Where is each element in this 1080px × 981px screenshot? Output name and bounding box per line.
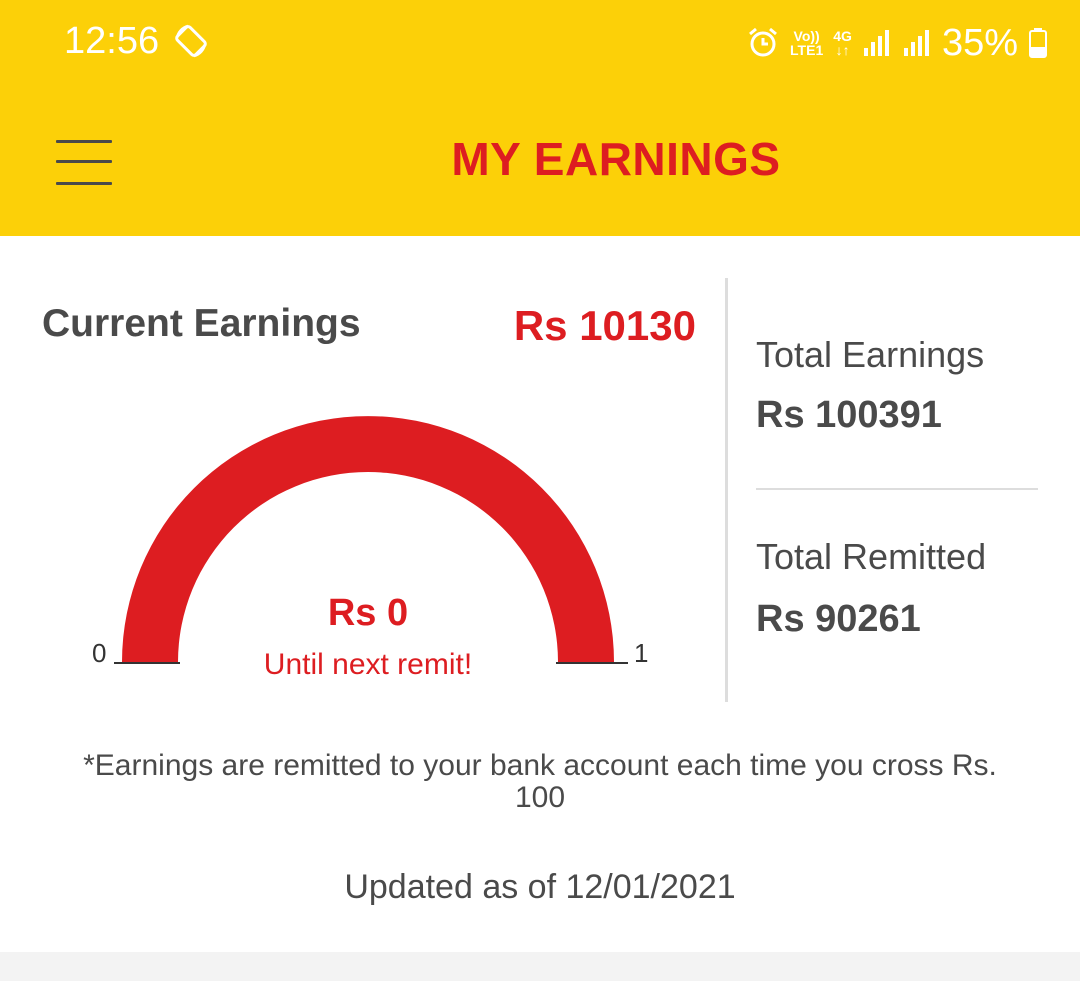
gauge-min-label: 0: [92, 638, 106, 668]
screen: 12:56 Vo)) LTE1 4G ↓↑ 35% MY EARNINGS Cu…: [0, 0, 1080, 981]
page-title: MY EARNINGS: [451, 133, 781, 185]
signal-icon: [903, 30, 929, 56]
remit-note: *Earnings are remitted to your bank acco…: [83, 749, 997, 814]
screen-rotate-icon: [175, 24, 207, 58]
total-remitted-label: Total Remitted: [756, 536, 987, 577]
updated-date: Updated as of 12/01/2021: [344, 868, 736, 906]
gauge-amount: Rs 0: [327, 592, 409, 634]
network-indicator: 4G ↓↑: [833, 28, 852, 58]
total-remitted-value: Rs 90261: [756, 598, 921, 640]
volte-indicator: Vo)) LTE1: [790, 28, 824, 58]
vertical-divider: [725, 278, 728, 702]
earnings-card: Current Earnings Rs 10130 0 100 Rs 0 Unt…: [0, 236, 1080, 952]
total-earnings-label: Total Earnings: [756, 334, 985, 375]
remit-gauge: 0 100: [92, 416, 648, 668]
battery-percentage: 35%: [941, 21, 1018, 64]
battery-icon: [1029, 28, 1047, 58]
alarm-icon: [749, 27, 778, 57]
signal-icon: [863, 30, 889, 56]
status-icons: Vo)) LTE1 4G ↓↑ 35%: [746, 18, 1048, 68]
gauge-max-label: 100: [634, 638, 648, 668]
total-earnings-value: Rs 100391: [756, 394, 942, 436]
horizontal-divider: [756, 488, 1038, 490]
current-earnings-value: Rs 10130: [513, 302, 696, 349]
status-time: 12:56: [64, 20, 160, 62]
current-earnings-label: Current Earnings: [42, 302, 361, 345]
gauge-caption: Until next remit!: [263, 648, 473, 681]
app-header: 12:56 Vo)) LTE1 4G ↓↑ 35% MY EARNINGS: [0, 0, 1080, 236]
